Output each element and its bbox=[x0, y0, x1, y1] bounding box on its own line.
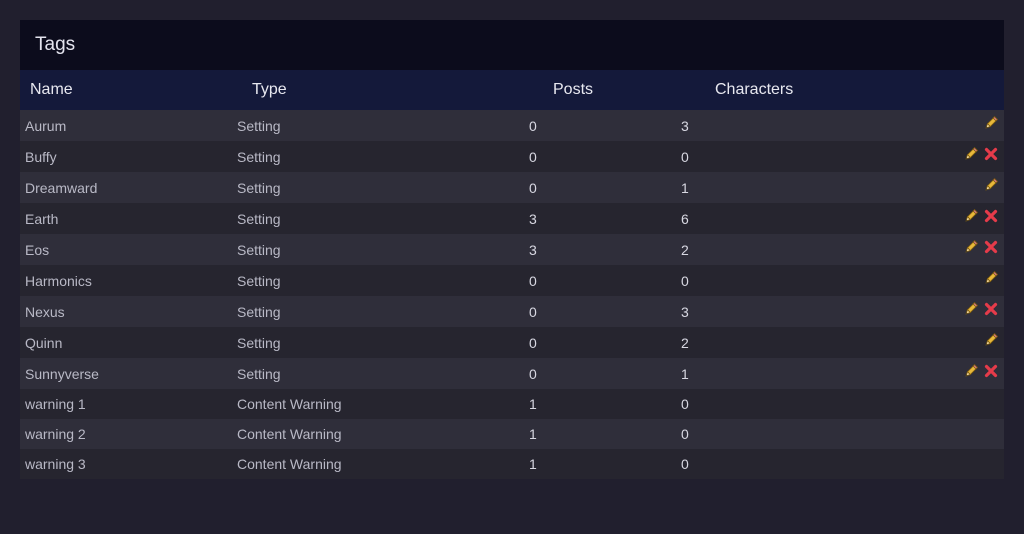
tag-posts-count: 0 bbox=[529, 148, 537, 165]
tag-posts-count: 3 bbox=[529, 241, 537, 258]
tag-name: Nexus bbox=[25, 303, 65, 320]
tag-posts-count: 3 bbox=[529, 210, 537, 227]
tag-type: Setting bbox=[237, 334, 281, 351]
table-row: warning 2 Content Warning 1 0 bbox=[20, 419, 1004, 449]
tag-name: Buffy bbox=[25, 148, 57, 165]
pencil-icon[interactable] bbox=[963, 301, 978, 316]
row-actions bbox=[961, 231, 1004, 262]
tag-characters-count: 0 bbox=[681, 272, 689, 289]
tag-type: Content Warning bbox=[237, 396, 342, 412]
row-actions bbox=[961, 416, 1004, 446]
close-icon[interactable] bbox=[983, 146, 998, 161]
tag-type: Setting bbox=[237, 179, 281, 196]
pencil-icon[interactable] bbox=[963, 146, 978, 161]
pencil-icon[interactable] bbox=[963, 363, 978, 378]
row-actions bbox=[961, 169, 1004, 200]
tag-characters-count: 0 bbox=[681, 396, 689, 412]
tag-type: Setting bbox=[237, 210, 281, 227]
tag-posts-count: 1 bbox=[529, 456, 537, 472]
tags-panel: Tags Name Type Posts Characters Aurum Set… bbox=[20, 20, 1004, 479]
tag-name: Quinn bbox=[25, 334, 63, 351]
tag-posts-count: 1 bbox=[529, 426, 537, 442]
tag-characters-count: 6 bbox=[681, 210, 689, 227]
table-row: Earth Setting 3 6 bbox=[20, 203, 1004, 234]
tag-characters-count: 1 bbox=[681, 179, 689, 196]
tag-characters-count: 0 bbox=[681, 426, 689, 442]
row-actions bbox=[961, 107, 1004, 138]
tag-type: Setting bbox=[237, 365, 281, 382]
column-header-name: Name bbox=[30, 81, 73, 98]
tag-type: Setting bbox=[237, 272, 281, 289]
tag-characters-count: 2 bbox=[681, 334, 689, 351]
tag-name: warning 2 bbox=[25, 426, 86, 442]
close-icon[interactable] bbox=[983, 301, 998, 316]
tag-name: warning 1 bbox=[25, 396, 86, 412]
tag-characters-count: 1 bbox=[681, 365, 689, 382]
tag-posts-count: 0 bbox=[529, 334, 537, 351]
tag-name: warning 3 bbox=[25, 456, 86, 472]
tag-characters-count: 3 bbox=[681, 117, 689, 134]
pencil-icon[interactable] bbox=[963, 208, 978, 223]
tag-name: Aurum bbox=[25, 117, 67, 134]
table-row: Harmonics Setting 0 0 bbox=[20, 265, 1004, 296]
row-actions bbox=[961, 293, 1004, 324]
pencil-icon[interactable] bbox=[983, 332, 998, 347]
row-actions bbox=[961, 262, 1004, 293]
panel-title: Tags bbox=[20, 20, 1004, 70]
row-actions bbox=[961, 324, 1004, 355]
tag-type: Content Warning bbox=[237, 456, 342, 472]
close-icon[interactable] bbox=[983, 239, 998, 254]
close-icon[interactable] bbox=[983, 363, 998, 378]
table-row: Eos Setting 3 2 bbox=[20, 234, 1004, 265]
tag-type: Setting bbox=[237, 117, 281, 134]
tag-characters-count: 3 bbox=[681, 303, 689, 320]
row-actions bbox=[961, 446, 1004, 476]
tag-characters-count: 0 bbox=[681, 456, 689, 472]
column-header-characters: Characters bbox=[715, 81, 794, 98]
tag-posts-count: 0 bbox=[529, 272, 537, 289]
table-row: warning 3 Content Warning 1 0 bbox=[20, 449, 1004, 479]
table-row: Aurum Setting 0 3 bbox=[20, 110, 1004, 141]
table-row: Quinn Setting 0 2 bbox=[20, 327, 1004, 358]
tag-posts-count: 0 bbox=[529, 365, 537, 382]
tag-name: Harmonics bbox=[25, 272, 92, 289]
row-actions bbox=[961, 355, 1004, 386]
pencil-icon[interactable] bbox=[963, 239, 978, 254]
tag-name: Dreamward bbox=[25, 179, 98, 196]
table-row: Nexus Setting 0 3 bbox=[20, 296, 1004, 327]
table-row: Sunnyverse Setting 0 1 bbox=[20, 358, 1004, 389]
pencil-icon[interactable] bbox=[983, 115, 998, 130]
pencil-icon[interactable] bbox=[983, 270, 998, 285]
row-actions bbox=[961, 386, 1004, 416]
table-row: Buffy Setting 0 0 bbox=[20, 141, 1004, 172]
row-actions bbox=[961, 200, 1004, 231]
tag-posts-count: 0 bbox=[529, 117, 537, 134]
table-header: Name Type Posts Characters bbox=[20, 70, 1004, 110]
tag-type: Setting bbox=[237, 303, 281, 320]
tag-characters-count: 0 bbox=[681, 148, 689, 165]
column-header-type: Type bbox=[252, 81, 287, 98]
tag-characters-count: 2 bbox=[681, 241, 689, 258]
tag-name: Sunnyverse bbox=[25, 365, 99, 382]
close-icon[interactable] bbox=[983, 208, 998, 223]
table-row: Dreamward Setting 0 1 bbox=[20, 172, 1004, 203]
tag-posts-count: 1 bbox=[529, 396, 537, 412]
table-row: warning 1 Content Warning 1 0 bbox=[20, 389, 1004, 419]
tag-name: Earth bbox=[25, 210, 59, 227]
column-header-posts: Posts bbox=[553, 81, 594, 98]
tags-table-body: Aurum Setting 0 3 Buffy Setting 0 0 Dreamward Set… bbox=[20, 110, 1004, 479]
pencil-icon[interactable] bbox=[983, 177, 998, 192]
tag-type: Setting bbox=[237, 241, 281, 258]
tag-posts-count: 0 bbox=[529, 303, 537, 320]
tag-name: Eos bbox=[25, 241, 50, 258]
tag-type: Setting bbox=[237, 148, 281, 165]
tag-type: Content Warning bbox=[237, 426, 342, 442]
row-actions bbox=[961, 138, 1004, 169]
tag-posts-count: 0 bbox=[529, 179, 537, 196]
